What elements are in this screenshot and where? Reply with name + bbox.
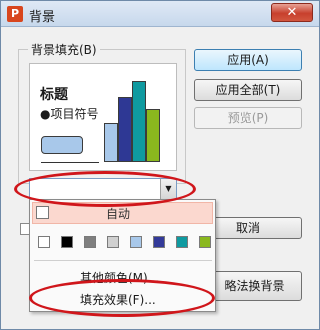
color-swatch-gray[interactable] xyxy=(84,236,96,248)
fill-color-dropdown[interactable]: ▼ xyxy=(29,178,177,200)
close-button[interactable]: ✕ xyxy=(271,3,313,22)
color-swatch-teal[interactable] xyxy=(176,236,188,248)
slide-preview: 标题 ●项目符号 xyxy=(29,63,177,171)
apply-all-button[interactable]: 应用全部(T) xyxy=(194,79,302,101)
preview-bar-1 xyxy=(104,123,118,162)
menu-separator xyxy=(34,260,212,261)
color-swatch-light-blue[interactable] xyxy=(130,236,142,248)
apply-button[interactable]: 应用(A) xyxy=(194,49,302,71)
background-dialog: P 背景 ✕ 背景填充(B) 标题 ●项目符号 应用(A) 应用全部(T) 预览… xyxy=(0,0,320,330)
color-popup-menu: 自动 其他颜色(M)... 填充效果(F)... xyxy=(29,199,216,312)
more-colors-menu-item[interactable]: 其他颜色(M)... xyxy=(80,269,159,286)
color-swatch-green[interactable] xyxy=(199,236,211,248)
ignore-master-background-button[interactable]: 略法换背景 xyxy=(207,271,302,301)
preview-title: 标题 xyxy=(40,87,68,103)
automatic-color-swatch xyxy=(36,206,49,219)
automatic-color-label: 自动 xyxy=(106,207,131,221)
color-swatch-black[interactable] xyxy=(61,236,73,248)
color-swatch-white[interactable] xyxy=(38,236,50,248)
app-icon: P xyxy=(7,6,23,22)
chevron-down-icon[interactable]: ▼ xyxy=(160,179,176,199)
preview-bullet: ●项目符号 xyxy=(40,107,99,121)
background-fill-label: 背景填充(B) xyxy=(28,41,100,58)
preview-button[interactable]: 预览(P) xyxy=(194,107,302,129)
automatic-color-option[interactable]: 自动 xyxy=(32,202,213,224)
preview-bar-3 xyxy=(132,81,146,162)
preview-bar-4 xyxy=(146,109,160,162)
color-swatch-navy[interactable] xyxy=(153,236,165,248)
preview-bar-2 xyxy=(118,97,132,162)
title-bar[interactable]: P 背景 ✕ xyxy=(1,1,319,27)
fill-effects-menu-item[interactable]: 填充效果(F)... xyxy=(80,291,156,308)
preview-baseline xyxy=(41,162,99,163)
color-swatch-light-gray[interactable] xyxy=(107,236,119,248)
preview-shape xyxy=(41,136,83,154)
dialog-title: 背景 xyxy=(29,10,56,25)
